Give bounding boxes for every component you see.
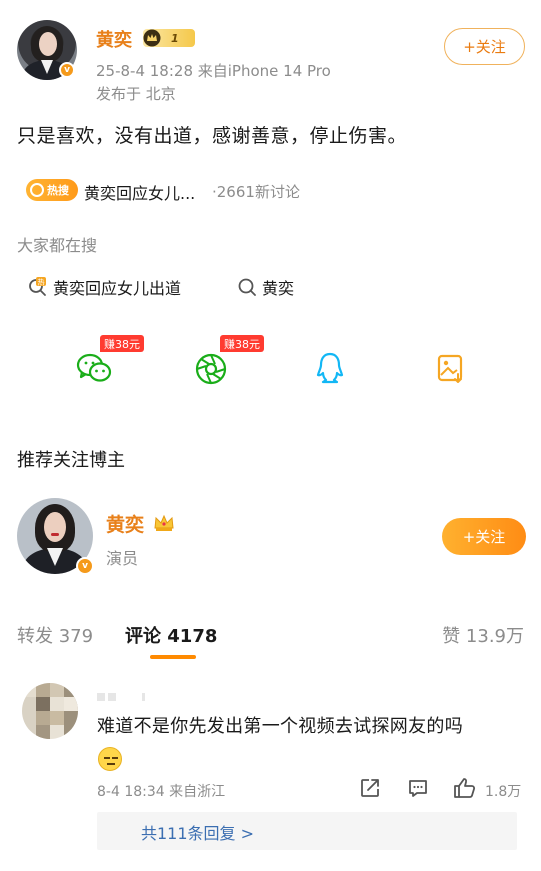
view-replies-link[interactable]: 共111条回复 > xyxy=(141,820,254,844)
commenter-avatar[interactable] xyxy=(22,683,78,739)
post-location: 发布于 北京 xyxy=(96,85,176,103)
search-suggestion-label: 黄奕 xyxy=(262,279,295,298)
hot-topic-link[interactable]: 黄奕回应女儿... xyxy=(84,180,195,204)
comment-text: 难道不是你先发出第一个视频去试探网友的吗 xyxy=(97,716,463,737)
avatar-pixel xyxy=(64,697,78,711)
search-icon: 热 xyxy=(28,277,48,297)
search-suggestion-2[interactable]: 黄奕 xyxy=(237,275,294,299)
verified-badge-icon: v xyxy=(59,62,75,78)
save-image-icon xyxy=(437,354,463,383)
moments-icon xyxy=(195,353,227,385)
emoji-icon xyxy=(98,747,122,771)
hot-topic-count: ·2661新讨论 xyxy=(212,183,300,201)
crown-icon xyxy=(143,29,161,47)
tab-comments[interactable]: 评论 4178 xyxy=(125,622,217,648)
recommend-role: 演员 xyxy=(106,549,139,568)
comment-reply-button[interactable] xyxy=(407,777,431,801)
qq-icon xyxy=(316,352,344,384)
crown-icon xyxy=(154,514,174,531)
search-suggestion-label: 黄奕回应女儿出道 xyxy=(53,279,182,298)
follow-button[interactable]: +关注 xyxy=(444,28,525,65)
avatar-pixel xyxy=(22,683,36,697)
save-image-button[interactable] xyxy=(428,346,474,392)
avatar-lips xyxy=(51,533,59,536)
search-section-title: 大家都在搜 xyxy=(17,236,98,255)
avatar-pixel xyxy=(36,725,50,739)
search-icon xyxy=(237,277,257,297)
share-wechat-button[interactable] xyxy=(71,346,117,392)
avatar-pixel xyxy=(50,683,64,697)
level-number: 1 xyxy=(171,31,179,45)
avatar-pixel xyxy=(50,711,64,725)
repost-icon xyxy=(361,779,379,797)
recommend-name[interactable]: 黄奕 xyxy=(106,510,144,537)
svg-text:热: 热 xyxy=(38,278,45,287)
share-moments-button[interactable] xyxy=(188,346,234,392)
verified-badge-icon: v xyxy=(76,557,94,575)
recommend-title: 推荐关注博主 xyxy=(17,450,125,471)
hot-search-icon xyxy=(30,183,44,197)
post-time-source: 25-8-4 18:28 来自iPhone 14 Pro xyxy=(96,62,331,80)
avatar-pixel xyxy=(36,697,50,711)
comment-like-count: 1.8万 xyxy=(485,784,522,800)
hot-search-tag[interactable]: 热搜 xyxy=(26,179,78,201)
recommend-follow-button[interactable]: +关注 xyxy=(442,518,526,555)
search-suggestion-1[interactable]: 热 黄奕回应女儿出道 xyxy=(28,275,181,299)
commenter-name-redacted[interactable] xyxy=(97,686,187,701)
share-qq-button[interactable] xyxy=(307,346,353,392)
comment-repost-button[interactable] xyxy=(359,777,383,801)
hot-search-tag-label: 热搜 xyxy=(47,184,69,197)
tab-repost[interactable]: 转发 379 xyxy=(17,622,93,648)
wechat-icon xyxy=(76,353,112,382)
share-row: 赚38元 赚38元 xyxy=(0,335,541,402)
author-name[interactable]: 黄奕 xyxy=(96,26,132,52)
avatar-face xyxy=(39,32,57,56)
thumbs-up-icon xyxy=(454,778,476,798)
post-content: 只是喜欢，没有出道，感谢善意，停止伤害。 xyxy=(17,125,408,147)
comment-meta: 8-4 18:34 来自浙江 xyxy=(97,784,226,800)
tab-likes[interactable]: 赞 13.9万 xyxy=(442,622,524,648)
comment-icon xyxy=(409,780,427,797)
comment-like-button[interactable] xyxy=(453,777,477,801)
avatar-face xyxy=(44,512,66,542)
active-tab-indicator xyxy=(150,655,196,659)
member-level-badge: 1 xyxy=(143,29,195,47)
